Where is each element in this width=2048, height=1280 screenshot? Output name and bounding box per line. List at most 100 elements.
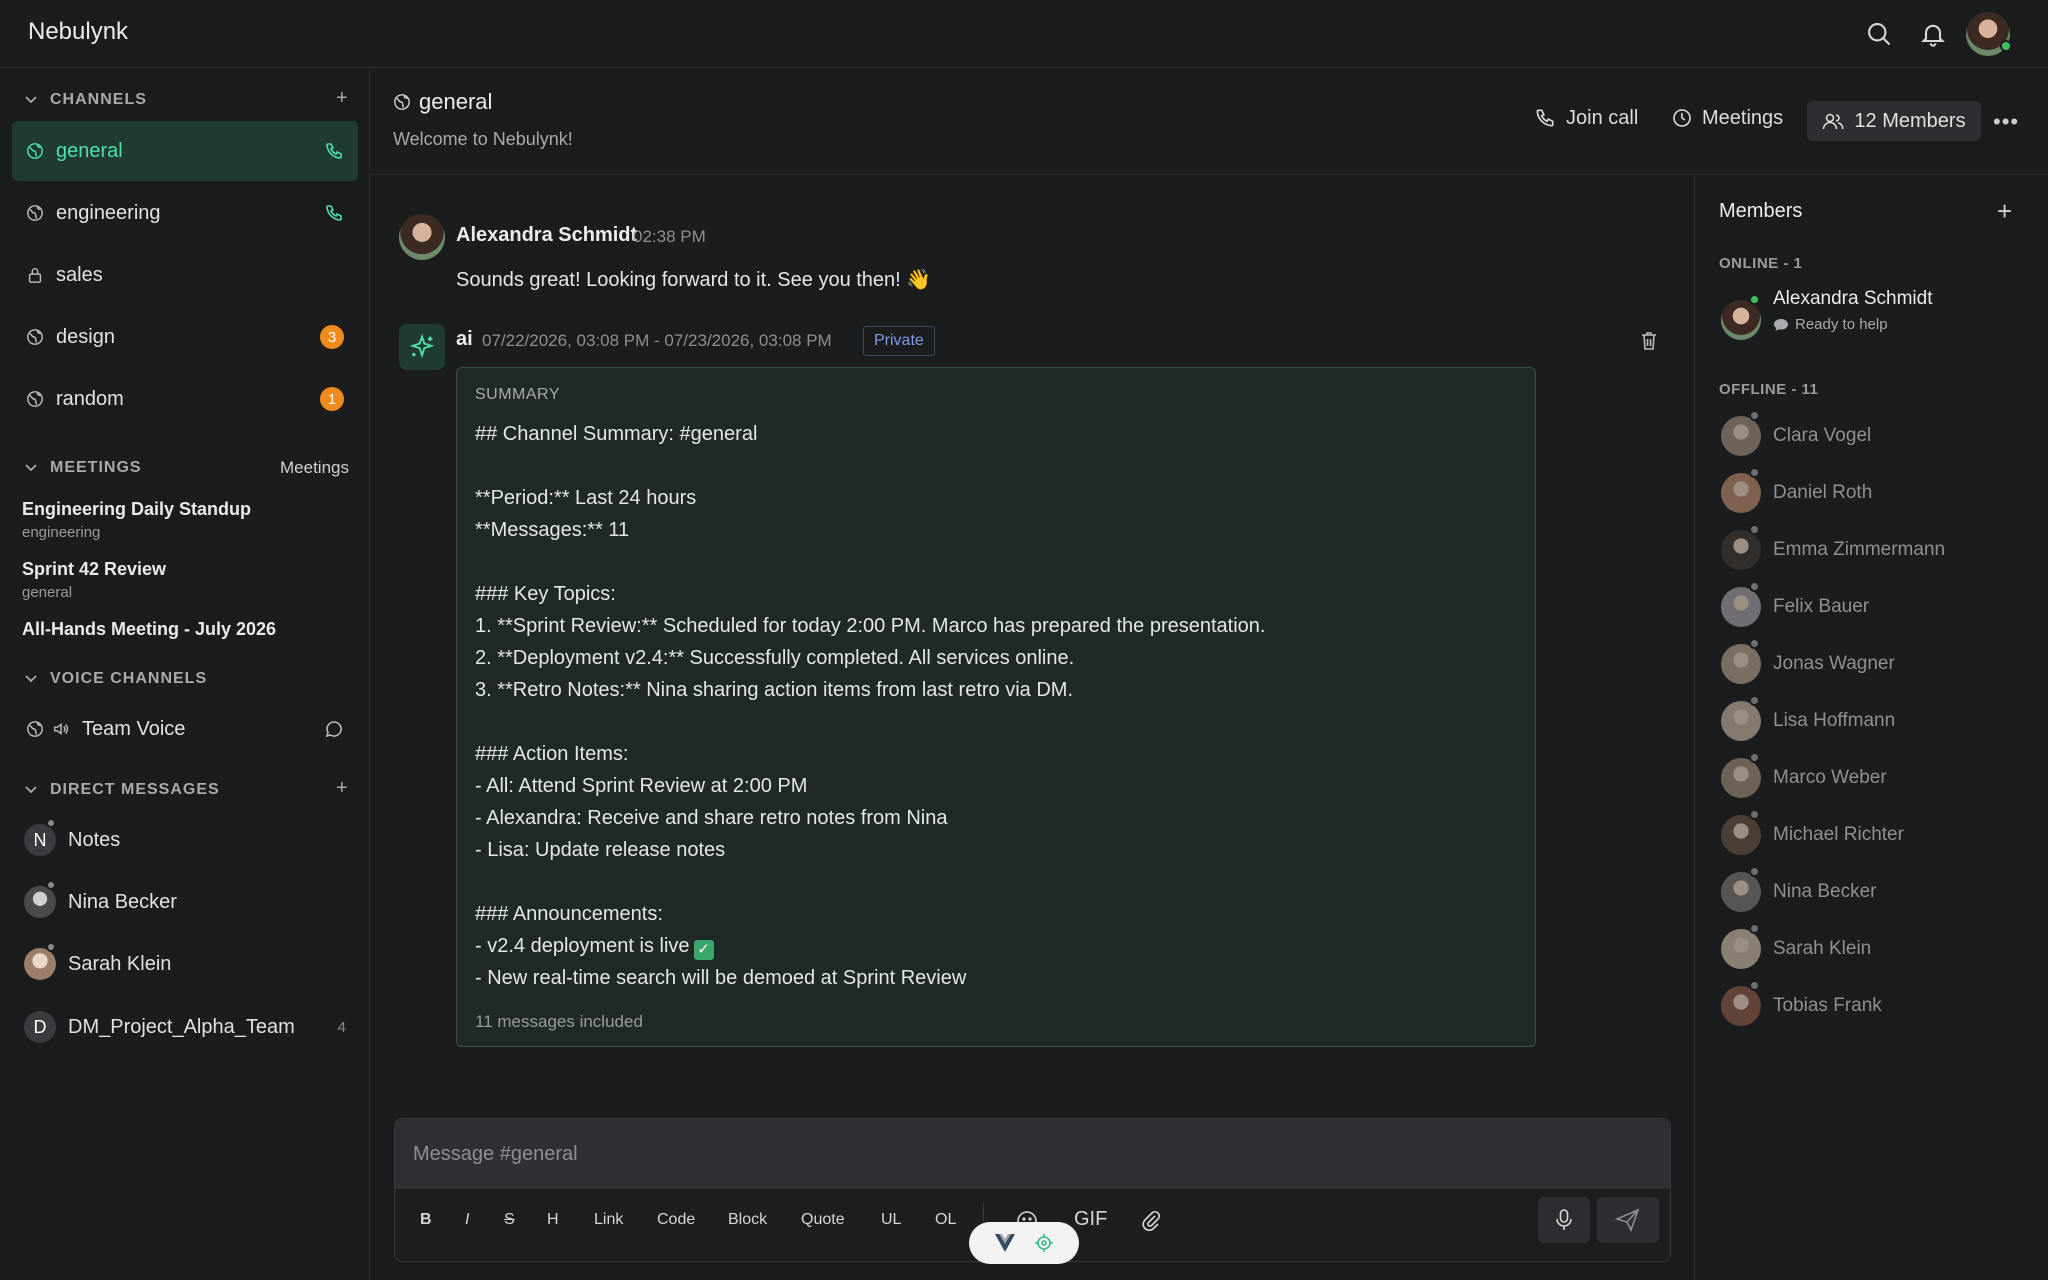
voice-channel-team-voice[interactable]: Team Voice xyxy=(12,699,358,759)
channel-item-random[interactable]: random 1 xyxy=(12,369,358,429)
meeting-item[interactable]: Sprint 42 Review general xyxy=(22,559,166,601)
direct-messages-label: DIRECT MESSAGES xyxy=(50,781,220,798)
channel-header: general Welcome to Nebulynk! Join call M… xyxy=(371,69,2048,175)
ai-avatar xyxy=(399,324,445,370)
message-list: Alexandra Schmidt 02:38 PM Sounds great!… xyxy=(371,176,1693,1106)
paperclip-icon[interactable] xyxy=(1141,1209,1161,1233)
speaker-icon xyxy=(53,723,69,735)
phone-icon[interactable] xyxy=(324,203,344,223)
strikethrough-button[interactable]: S xyxy=(504,1211,515,1229)
add-dm-button[interactable]: + xyxy=(336,777,348,800)
add-channel-button[interactable]: + xyxy=(336,87,348,110)
bullet-list-button[interactable]: UL xyxy=(881,1211,901,1229)
private-badge: Private xyxy=(863,326,935,356)
member-item[interactable]: Jonas Wagner xyxy=(1721,638,1895,688)
avatar[interactable] xyxy=(399,214,445,260)
avatar: D xyxy=(24,1011,56,1043)
send-icon xyxy=(1615,1208,1640,1232)
chat-bubble-icon[interactable] xyxy=(324,719,344,739)
member-item[interactable]: Daniel Roth xyxy=(1721,467,1872,517)
status-dot xyxy=(46,818,56,828)
members-button-label: 12 Members xyxy=(1854,109,1966,132)
dm-item-project-alpha-team[interactable]: D DM_Project_Alpha_Team 4 xyxy=(24,1002,354,1052)
send-button[interactable] xyxy=(1597,1197,1659,1243)
dm-item-nina-becker[interactable]: Nina Becker xyxy=(24,877,354,927)
code-block-button[interactable]: Block xyxy=(728,1211,767,1229)
top-bar: Nebulynk xyxy=(0,0,2048,68)
bell-icon[interactable] xyxy=(1917,18,1949,50)
avatar xyxy=(1721,809,1761,855)
join-call-label: Join call xyxy=(1566,106,1639,129)
member-item[interactable]: Nina Becker xyxy=(1721,866,1877,916)
meetings-link[interactable]: Meetings xyxy=(280,458,349,478)
status-dot xyxy=(1749,752,1760,763)
voice-channels-section-header[interactable]: VOICE CHANNELS xyxy=(24,667,207,691)
summary-line: ### Key Topics: xyxy=(475,583,616,605)
sparkle-icon xyxy=(409,333,435,359)
meeting-item[interactable]: All-Hands Meeting - July 2026 xyxy=(22,619,276,640)
channel-item-design[interactable]: design 3 xyxy=(12,307,358,367)
phone-icon[interactable] xyxy=(324,141,344,161)
member-name: Felix Bauer xyxy=(1773,596,1870,617)
avatar xyxy=(1721,866,1761,912)
meeting-item[interactable]: Engineering Daily Standup engineering xyxy=(22,499,251,541)
chat-bubble-icon xyxy=(1774,318,1788,331)
avatar xyxy=(1721,410,1761,456)
channel-item-engineering[interactable]: engineering xyxy=(12,183,358,243)
join-call-button[interactable]: Join call xyxy=(1534,99,1638,137)
code-button[interactable]: Code xyxy=(657,1211,695,1229)
trash-icon[interactable] xyxy=(1639,330,1659,352)
channel-label: general xyxy=(56,139,123,162)
direct-messages-section-header[interactable]: DIRECT MESSAGES xyxy=(24,778,220,802)
member-name: Emma Zimmermann xyxy=(1773,539,1946,560)
member-item[interactable]: Lisa Hoffmann xyxy=(1721,695,1896,745)
member-item[interactable]: Clara Vogel xyxy=(1721,410,1871,460)
members-panel: Members + ONLINE - 1 Alexandra Schmidt R… xyxy=(1694,176,2048,1280)
member-item[interactable]: Michael Richter xyxy=(1721,809,1904,859)
more-options-icon[interactable]: ••• xyxy=(1993,109,2019,135)
avatar xyxy=(1721,638,1761,684)
heading-button[interactable]: H xyxy=(547,1211,559,1229)
voice-channel-label: Team Voice xyxy=(82,717,186,740)
summary-line: - v2.4 deployment is live ✓ xyxy=(475,930,1517,962)
summary-label: SUMMARY xyxy=(475,386,560,403)
summary-line xyxy=(475,546,1517,578)
channel-item-general[interactable]: general xyxy=(12,121,358,181)
member-status: Ready to help xyxy=(1773,316,1932,333)
member-item[interactable]: Tobias Frank xyxy=(1721,980,1882,1030)
channels-section-header[interactable]: CHANNELS xyxy=(24,88,147,112)
numbered-list-button[interactable]: OL xyxy=(935,1211,956,1229)
channel-item-sales[interactable]: sales xyxy=(12,245,358,305)
voice-record-button[interactable] xyxy=(1538,1197,1590,1243)
meetings-button[interactable]: Meetings xyxy=(1672,99,1783,137)
dm-item-sarah-klein[interactable]: Sarah Klein xyxy=(24,939,354,989)
italic-button[interactable]: I xyxy=(465,1211,469,1229)
member-item[interactable]: Sarah Klein xyxy=(1721,923,1871,973)
members-button[interactable]: 12 Members xyxy=(1807,101,1981,141)
globe-icon xyxy=(27,143,43,159)
avatar xyxy=(1721,980,1761,1026)
member-item[interactable]: Marco Weber xyxy=(1721,752,1887,802)
dm-item-notes[interactable]: N Notes xyxy=(24,815,354,865)
meeting-channel: engineering xyxy=(22,524,101,541)
bold-button[interactable]: B xyxy=(420,1211,432,1229)
message-author[interactable]: ai xyxy=(456,328,473,351)
meetings-section-header[interactable]: MEETINGS xyxy=(24,456,142,480)
summary-line: ### Action Items: xyxy=(475,743,629,765)
member-item[interactable]: Alexandra Schmidt Ready to help xyxy=(1721,288,1932,354)
gif-button[interactable]: GIF xyxy=(1074,1208,1107,1231)
member-item[interactable]: Emma Zimmermann xyxy=(1721,524,1946,574)
summary-line: 1. **Sprint Review:** Scheduled for toda… xyxy=(475,615,1266,637)
quote-button[interactable]: Quote xyxy=(801,1211,845,1229)
message-author[interactable]: Alexandra Schmidt xyxy=(456,224,637,247)
dm-label: Nina Becker xyxy=(68,890,177,913)
link-button[interactable]: Link xyxy=(594,1211,623,1229)
search-icon[interactable] xyxy=(1863,18,1895,50)
add-member-button[interactable]: + xyxy=(1997,196,2012,227)
message-input[interactable] xyxy=(395,1119,1670,1189)
phone-icon xyxy=(1536,109,1554,127)
globe-icon xyxy=(27,721,43,737)
member-item[interactable]: Felix Bauer xyxy=(1721,581,1870,631)
floating-toolbar-pill[interactable] xyxy=(969,1222,1079,1264)
member-name: Lisa Hoffmann xyxy=(1773,710,1896,731)
